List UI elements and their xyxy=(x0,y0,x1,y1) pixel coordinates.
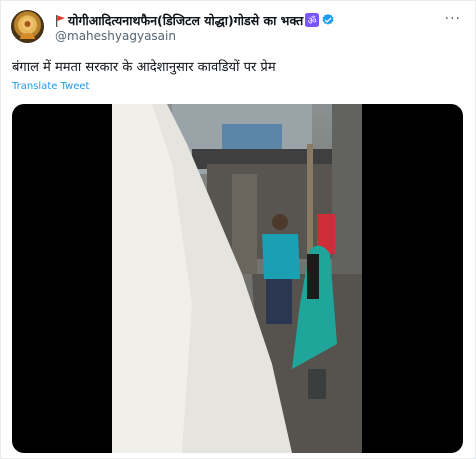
om-icon: ॐ xyxy=(305,13,320,27)
more-options-icon[interactable]: ··· xyxy=(445,11,461,27)
video-scene xyxy=(112,104,362,453)
display-name[interactable]: योगीआदित्यनाथफैन(डिजिटल योद्धा)गोडसे का … xyxy=(68,12,303,29)
avatar-image xyxy=(20,18,35,39)
tweet-text: बंगाल में ममता सरकार के आदेशानुसार कावडि… xyxy=(12,60,276,75)
translate-tweet-link[interactable]: Translate Tweet xyxy=(12,81,89,92)
author-handle[interactable]: @maheshyagyasain xyxy=(55,29,176,43)
author-name-row[interactable]: योगीआदित्यनाथफैन(डिजिटल योद्धा)गोडसे का … xyxy=(55,11,335,29)
svg-text:ॐ: ॐ xyxy=(308,15,317,27)
video-frame xyxy=(112,104,362,453)
tweet-card: योगीआदित्यनाथफैन(डिजिटल योद्धा)गोडसे का … xyxy=(0,0,476,459)
avatar[interactable] xyxy=(11,10,44,43)
flag-icon xyxy=(55,14,66,27)
video-player[interactable] xyxy=(12,104,463,453)
verified-badge-icon[interactable] xyxy=(321,13,335,27)
